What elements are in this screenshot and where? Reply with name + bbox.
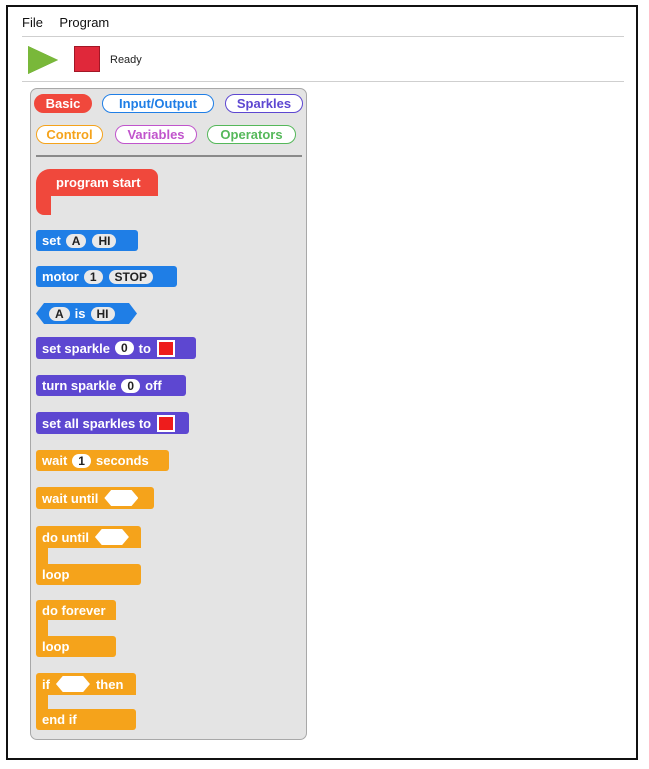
block-motor[interactable]: motor 1 STOP	[36, 266, 177, 287]
block-label: set	[42, 233, 61, 248]
value-slot[interactable]: HI	[92, 233, 117, 248]
category-control[interactable]: Control	[36, 125, 103, 144]
do-until-arm	[36, 547, 48, 565]
block-label: set all sparkles to	[42, 415, 152, 431]
menu-program[interactable]: Program	[59, 15, 109, 30]
block-program-start[interactable]: program start	[36, 169, 158, 196]
block-label: turn sparkle	[42, 378, 117, 393]
block-label: wait until	[42, 490, 99, 506]
block-label: do forever	[42, 602, 106, 618]
condition-slot[interactable]	[104, 490, 139, 506]
block-do-until[interactable]: do until	[36, 526, 141, 548]
block-is-condition[interactable]: A is HI	[36, 303, 137, 324]
category-input-output[interactable]: Input/Output	[102, 94, 214, 113]
block-label: set sparkle	[42, 340, 110, 356]
block-label-then: then	[95, 676, 124, 692]
block-set[interactable]: set A HI	[36, 230, 138, 251]
category-basic[interactable]: Basic	[34, 94, 92, 113]
block-label-off: off	[145, 378, 162, 393]
var-slot[interactable]: A	[65, 233, 87, 248]
motor-state-slot[interactable]: STOP	[108, 269, 153, 284]
block-do-until-loop: loop	[36, 564, 141, 585]
block-label-if: if	[42, 676, 50, 692]
stop-icon[interactable]	[74, 46, 100, 72]
block-palette: Basic Input/Output Sparkles Control Vari…	[30, 88, 307, 740]
block-label: loop	[42, 567, 70, 582]
var-slot[interactable]: A	[49, 307, 70, 321]
block-set-sparkle[interactable]: set sparkle 0 to	[36, 337, 196, 359]
menu-divider	[22, 36, 624, 37]
block-wait-until[interactable]: wait until	[36, 487, 154, 509]
block-if-then[interactable]: if then	[36, 673, 136, 695]
condition-slot[interactable]	[94, 529, 129, 545]
block-label: motor	[42, 269, 79, 284]
value-slot[interactable]: HI	[91, 307, 115, 321]
sparkle-number-slot[interactable]: 0	[114, 341, 134, 355]
menu-file[interactable]: File	[22, 15, 43, 30]
block-label: loop	[42, 639, 70, 654]
toolbar-divider	[22, 81, 624, 82]
color-swatch[interactable]	[156, 339, 175, 357]
seconds-slot[interactable]: 1	[72, 453, 91, 468]
block-label: program start	[56, 175, 141, 190]
block-label: is	[74, 306, 86, 321]
block-label: end if	[42, 712, 77, 727]
category-sparkles[interactable]: Sparkles	[225, 94, 303, 113]
run-icon[interactable]	[28, 46, 58, 74]
do-forever-arm	[36, 619, 48, 637]
block-end-if: end if	[36, 709, 136, 730]
block-set-all-sparkles[interactable]: set all sparkles to	[36, 412, 189, 434]
category-operators[interactable]: Operators	[207, 125, 296, 144]
block-label: do until	[42, 529, 89, 545]
sparkle-number-slot[interactable]: 0	[121, 378, 141, 393]
block-label-to: to	[138, 340, 151, 356]
block-do-forever[interactable]: do forever	[36, 600, 116, 620]
block-label: wait	[42, 453, 68, 468]
program-start-stem	[36, 195, 51, 215]
color-swatch[interactable]	[157, 414, 176, 432]
block-turn-sparkle[interactable]: turn sparkle 0 off	[36, 375, 186, 396]
status-text: Ready	[110, 54, 142, 66]
condition-slot[interactable]	[55, 676, 90, 692]
palette-divider	[36, 155, 302, 157]
block-do-forever-loop: loop	[36, 636, 116, 657]
menu-bar: File Program	[22, 14, 121, 34]
category-variables[interactable]: Variables	[115, 125, 197, 144]
if-then-arm	[36, 694, 48, 710]
block-wait[interactable]: wait 1 seconds	[36, 450, 169, 471]
block-label-seconds: seconds	[95, 453, 149, 468]
motor-number-slot[interactable]: 1	[83, 269, 103, 284]
